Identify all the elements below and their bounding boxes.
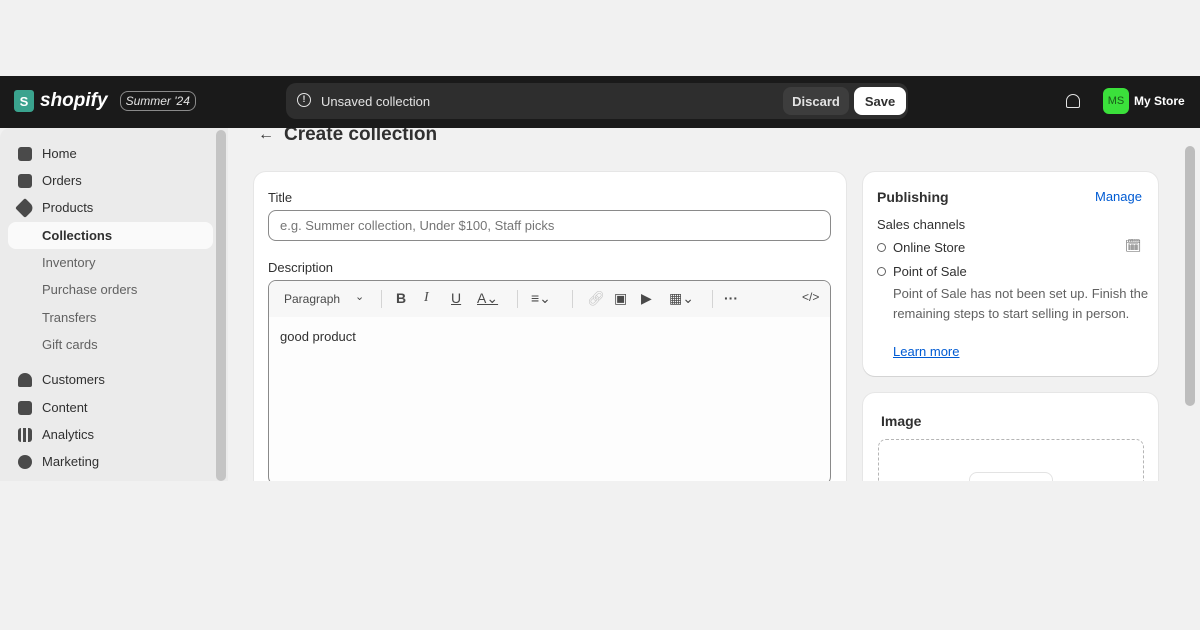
home-icon [18,146,32,161]
sidebar-item-orders[interactable]: Orders [8,167,213,194]
avatar[interactable]: MS [1103,88,1129,114]
back-arrow-icon[interactable]: ← [258,128,274,144]
alert-icon: ! [297,93,311,107]
nav-label: Transfers [42,310,97,325]
title-label: Title [268,190,293,205]
nav-label: Home [42,146,77,161]
description-editor[interactable]: Paragraph ⌄ B I U A⌄ ≡⌄ 🔗︎ ▣ ▶︎ ▦⌄ ··· <… [268,280,831,481]
publishing-title: Publishing [877,189,949,205]
store-name[interactable]: My Store [1134,94,1185,108]
top-bar: S shopify Summer '24 ! Unsaved collectio… [0,76,1200,128]
description-label: Description [268,260,334,275]
nav-label: Purchase orders [42,282,138,297]
bar-chart-icon [18,427,32,442]
nav-label: Collections [42,228,113,243]
sidebar-item-products[interactable]: Products [8,194,213,221]
nav-label: Orders [42,173,82,188]
align-icon[interactable]: ≡⌄ [531,290,551,307]
edition-badge: Summer '24 [119,91,196,111]
publishing-card: Publishing Manage Sales channels Online … [863,172,1158,376]
nav-label: Products [42,200,94,215]
underline-icon[interactable]: U [451,290,461,306]
nav-label: Gift cards [42,337,98,352]
nav-label: Inventory [42,255,96,270]
image-dropzone[interactable] [878,439,1144,481]
tag-icon [15,197,35,218]
title-input[interactable] [268,210,831,241]
nav-label: Marketing [42,454,100,469]
save-button[interactable]: Save [854,87,906,115]
sales-channels-label: Sales channels [877,217,966,232]
nav-label: Customers [42,372,105,387]
shopify-bag-icon: S [14,90,34,112]
discard-button[interactable]: Discard [783,87,849,115]
image-title: Image [881,413,922,429]
sidebar-item-home[interactable]: Home [8,140,213,167]
channel-status-icon [877,267,886,276]
sidebar-item-customers[interactable]: Customers [8,366,213,393]
image-card: Image [863,393,1158,481]
sidebar-item-transfers[interactable]: Transfers [8,304,213,331]
add-image-button[interactable] [969,472,1053,481]
link-icon[interactable]: 🔗︎ [587,290,605,307]
chevron-down-icon[interactable]: ⌄ [355,290,364,303]
bold-icon[interactable]: B [396,290,406,306]
description-content[interactable]: good product [269,317,830,356]
code-icon[interactable]: </> [802,290,819,304]
unsaved-text: Unsaved collection [321,94,431,109]
bell-icon[interactable] [1066,94,1080,108]
manage-link[interactable]: Manage [1095,189,1142,204]
divider [572,290,573,308]
sidebar: Home Orders Products Collections Invento… [0,128,228,481]
person-icon [18,372,32,387]
sidebar-item-analytics[interactable]: Analytics [8,421,213,448]
editor-toolbar: Paragraph ⌄ B I U A⌄ ≡⌄ 🔗︎ ▣ ▶︎ ▦⌄ ··· <… [269,281,830,317]
unsaved-changes-bar: ! Unsaved collection Discard Save [286,83,908,119]
sidebar-item-purchase-orders[interactable]: Purchase orders [8,276,213,303]
channel-point-of-sale: Point of Sale [893,264,967,279]
video-icon[interactable]: ▶︎ [641,290,652,307]
more-icon[interactable]: ··· [724,290,738,306]
italic-icon[interactable]: I [424,290,429,306]
text-color-icon[interactable]: A⌄ [477,290,498,307]
nav-label: Content [42,400,88,415]
brand-name: shopify [40,90,108,111]
table-icon[interactable]: ▦⌄ [669,290,694,307]
divider [712,290,713,308]
learn-more-link[interactable]: Learn more [893,344,959,359]
divider [517,290,518,308]
channel-online-store: Online Store [893,240,966,255]
page-title: Create collection [284,128,438,145]
sidebar-item-inventory[interactable]: Inventory [8,249,213,276]
inbox-icon [18,173,32,188]
app-frame: Home Orders Products Collections Invento… [0,128,1200,481]
channel-status-icon [877,243,886,252]
format-select[interactable]: Paragraph [284,292,340,306]
sidebar-item-gift-cards[interactable]: Gift cards [8,331,213,358]
sidebar-item-marketing[interactable]: Marketing [8,448,213,475]
pos-note: Point of Sale has not been set up. Finis… [893,286,1149,321]
title-description-card: Title Description Paragraph ⌄ B I U A⌄ ≡… [254,172,846,481]
divider [381,290,382,308]
sidebar-scrollbar[interactable] [216,130,226,481]
calendar-clock-icon[interactable]: 🗓︎ [1125,238,1142,254]
content-icon [18,400,32,415]
target-icon [18,454,32,469]
nav-label: Analytics [42,427,95,442]
main-scrollbar[interactable] [1185,146,1195,406]
shopify-logo[interactable]: S shopify Summer '24 [14,90,196,112]
image-icon[interactable]: ▣ [614,290,627,307]
sidebar-item-content[interactable]: Content [8,394,213,421]
sidebar-item-collections[interactable]: Collections [8,222,213,249]
